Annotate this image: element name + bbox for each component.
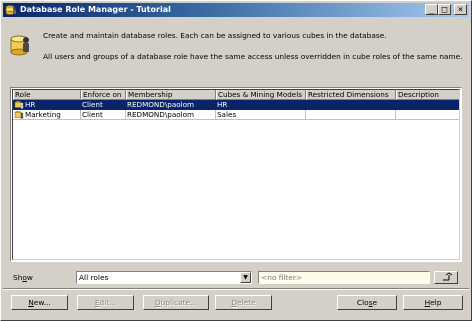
help-label-part: elp [430, 298, 442, 307]
role-icon [14, 101, 24, 109]
maximize-button[interactable]: □ [438, 4, 451, 15]
role-name: HR [25, 100, 36, 109]
duplicate-button[interactable]: Duplicate... [143, 295, 209, 310]
show-dropdown-value: All roles [79, 273, 109, 282]
membership-cell: REDMOND\paolom [126, 110, 216, 120]
window-title: Database Role Manager - Tutorial [20, 5, 171, 14]
close-button[interactable]: Close [337, 295, 397, 310]
filter-icon [443, 272, 453, 281]
duplicate-label-part: uplicate... [160, 298, 198, 307]
show-label: Show [13, 273, 33, 282]
title-bar[interactable]: Database Role Manager - Tutorial _ □ × [3, 3, 469, 17]
table-row[interactable]: Marketing Client REDMOND\paolom Sales [13, 110, 459, 120]
column-header-enforce-on[interactable]: Enforce on [81, 90, 126, 100]
enforce-on-cell: Client [81, 110, 126, 120]
membership-cell: REDMOND\paolom [126, 100, 216, 110]
table-header: Role Enforce on Membership Cubes & Minin… [13, 90, 459, 100]
delete-button[interactable]: Delete [215, 295, 272, 310]
database-role-large-icon [10, 35, 29, 56]
restricted-dimensions-cell [306, 100, 396, 110]
role-icon [14, 111, 24, 119]
column-header-description[interactable]: Description [396, 90, 459, 100]
minimize-button[interactable]: _ [425, 4, 438, 15]
column-header-role[interactable]: Role [13, 90, 81, 100]
database-role-icon [5, 5, 16, 15]
filter-field[interactable]: <no filter> [258, 271, 430, 284]
roles-list[interactable]: Role Enforce on Membership Cubes & Minin… [10, 87, 462, 262]
edit-label-part: dit... [99, 298, 117, 307]
role-name: Marketing [25, 110, 61, 119]
restricted-dimensions-cell [306, 110, 396, 120]
role-cell: HR [13, 100, 81, 110]
role-cell: Marketing [13, 110, 81, 120]
chevron-down-icon[interactable]: ▼ [240, 272, 251, 283]
intro-text-line2: All users and groups of a database role … [43, 52, 463, 61]
help-button[interactable]: Help [403, 295, 463, 310]
column-header-cubes[interactable]: Cubes & Mining Models [216, 90, 306, 100]
show-dropdown[interactable]: All roles ▼ [76, 271, 252, 284]
new-label-part: ew... [33, 298, 51, 307]
footer-separator [3, 288, 469, 290]
description-cell [396, 110, 459, 120]
column-header-restricted-dimensions[interactable]: Restricted Dimensions [306, 90, 396, 100]
description-cell [396, 100, 459, 110]
dialog-window: Database Role Manager - Tutorial _ □ × C… [0, 0, 472, 321]
close-window-button[interactable]: × [454, 4, 467, 15]
intro-text-line1: Create and maintain database roles. Each… [43, 31, 387, 40]
show-label-part: w [26, 273, 33, 282]
new-button[interactable]: New... [11, 295, 68, 310]
cubes-cell: HR [216, 100, 306, 110]
edit-button[interactable]: Edit... [77, 295, 134, 310]
close-label-part: e [372, 298, 378, 307]
filter-button[interactable] [434, 271, 458, 284]
delete-label-part: elete [237, 298, 256, 307]
cubes-cell: Sales [216, 110, 306, 120]
show-label-part: Sh [13, 273, 23, 282]
close-label-part: Clo [356, 298, 369, 307]
table-row[interactable]: HR Client REDMOND\paolom HR [13, 100, 459, 110]
column-header-membership[interactable]: Membership [126, 90, 216, 100]
enforce-on-cell: Client [81, 100, 126, 110]
